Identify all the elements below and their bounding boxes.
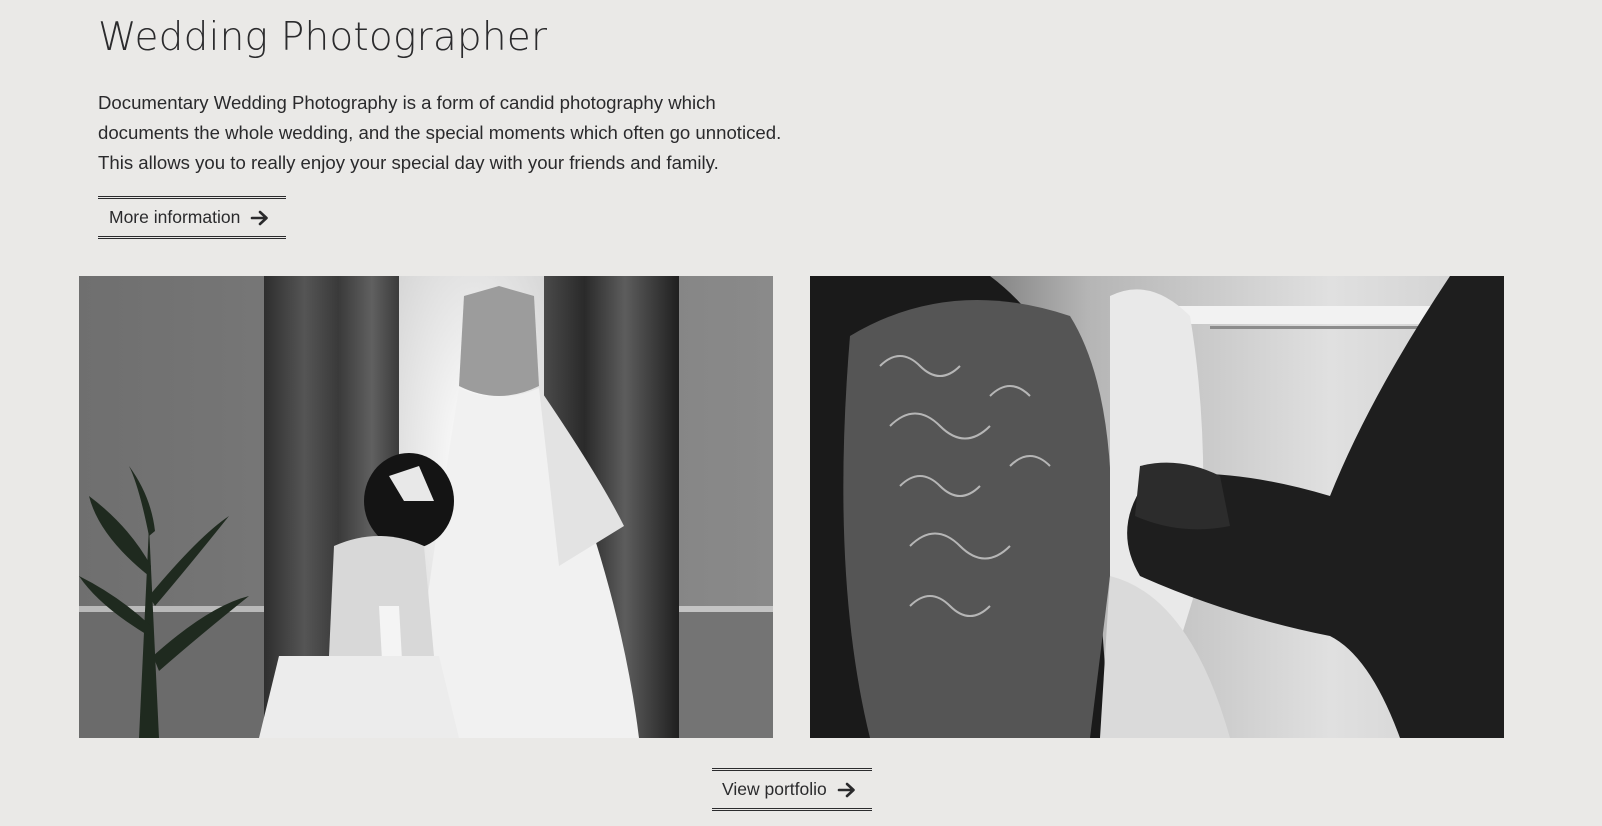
arrow-right-icon	[250, 209, 270, 227]
photo-gallery	[79, 276, 1505, 738]
arrow-right-icon	[837, 781, 857, 799]
intro-paragraph: Documentary Wedding Photography is a for…	[98, 88, 888, 178]
bride-lace-dress-image	[810, 276, 1504, 738]
more-information-label: More information	[109, 207, 241, 227]
flower-girl-dress-image	[79, 276, 773, 738]
gallery-photo-flower-girl[interactable]	[79, 276, 773, 738]
intro-line-3: This allows you to really enjoy your spe…	[98, 152, 719, 173]
gallery-photo-bride-dress[interactable]	[810, 276, 1504, 738]
intro-line-2: documents the whole wedding, and the spe…	[98, 122, 782, 143]
intro-line-1: Documentary Wedding Photography is a for…	[98, 92, 716, 113]
page-title: Wedding Photographer	[98, 15, 548, 60]
view-portfolio-label: View portfolio	[722, 779, 827, 799]
view-portfolio-button[interactable]: View portfolio	[712, 768, 872, 811]
more-information-button[interactable]: More information	[98, 196, 286, 239]
